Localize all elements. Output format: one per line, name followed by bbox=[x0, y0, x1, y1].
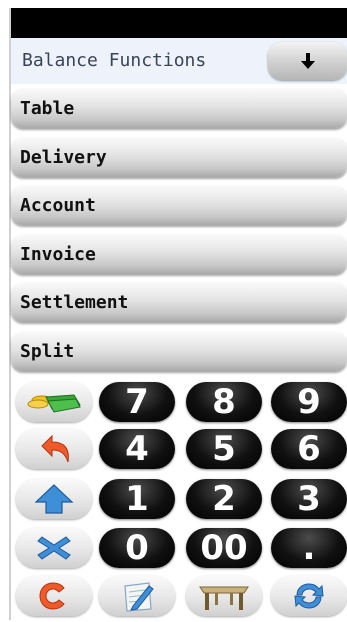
clear-button[interactable] bbox=[16, 576, 92, 616]
digit-label: 0 bbox=[125, 528, 149, 568]
header-title: Balance Functions bbox=[22, 50, 207, 71]
shift-up-button[interactable] bbox=[16, 479, 92, 519]
digit-label: 7 bbox=[125, 382, 149, 422]
top-black-bar bbox=[9, 8, 347, 38]
undo-button[interactable] bbox=[16, 429, 92, 469]
cash-button[interactable] bbox=[16, 382, 92, 422]
digit-2-button[interactable]: 2 bbox=[186, 479, 262, 519]
menu-delivery-button[interactable]: Delivery bbox=[11, 137, 347, 177]
edit-icon bbox=[124, 582, 154, 612]
digit-label: 00 bbox=[200, 528, 248, 568]
edit-button[interactable] bbox=[99, 576, 175, 616]
menu-account-button[interactable]: Account bbox=[11, 185, 347, 225]
digit-label: 1 bbox=[125, 479, 149, 519]
menu-label: Delivery bbox=[20, 147, 107, 168]
dropdown-button[interactable] bbox=[268, 42, 347, 80]
digit-9-button[interactable]: 9 bbox=[271, 382, 347, 422]
refresh-icon bbox=[294, 583, 324, 609]
cash-icon bbox=[27, 394, 81, 413]
menu-label: Account bbox=[20, 195, 96, 216]
arrow-down-icon bbox=[300, 53, 315, 69]
menu-label: Table bbox=[20, 98, 75, 119]
digit-0-button[interactable]: 0 bbox=[99, 528, 175, 568]
table-icon bbox=[199, 586, 249, 610]
digit-3-button[interactable]: 3 bbox=[271, 479, 347, 519]
digit-00-button[interactable]: 00 bbox=[186, 528, 262, 568]
digit-label: 5 bbox=[212, 429, 236, 469]
menu-table-button[interactable]: Table bbox=[11, 88, 347, 128]
menu-split-button[interactable]: Split bbox=[11, 331, 347, 371]
menu-label: Invoice bbox=[20, 244, 96, 265]
menu-settlement-button[interactable]: Settlement bbox=[11, 282, 347, 322]
digit-4-button[interactable]: 4 bbox=[99, 429, 175, 469]
menu-label: Settlement bbox=[20, 292, 129, 313]
shift-up-icon bbox=[34, 484, 74, 514]
table-button[interactable] bbox=[186, 576, 262, 616]
digit-label: 4 bbox=[125, 429, 149, 469]
decimal-point-button[interactable]: . bbox=[271, 528, 347, 568]
digit-label: 3 bbox=[297, 479, 321, 519]
digit-label: 2 bbox=[212, 479, 236, 519]
undo-icon bbox=[41, 434, 69, 463]
digit-5-button[interactable]: 5 bbox=[186, 429, 262, 469]
digit-6-button[interactable]: 6 bbox=[271, 429, 347, 469]
digit-label: 9 bbox=[297, 382, 321, 422]
menu-label: Split bbox=[20, 341, 75, 362]
menu-invoice-button[interactable]: Invoice bbox=[11, 234, 347, 274]
digit-1-button[interactable]: 1 bbox=[99, 479, 175, 519]
cancel-button[interactable] bbox=[16, 528, 92, 568]
keypad: 7 8 9 4 5 6 1 2 3 0 00 . bbox=[11, 378, 347, 622]
cancel-icon bbox=[37, 536, 71, 560]
digit-8-button[interactable]: 8 bbox=[186, 382, 262, 422]
clear-icon bbox=[39, 582, 65, 610]
digit-label: 6 bbox=[297, 429, 321, 469]
digit-label: . bbox=[302, 528, 316, 568]
digit-label: 8 bbox=[212, 382, 236, 422]
header-panel: Balance Functions bbox=[11, 38, 347, 84]
refresh-button[interactable] bbox=[271, 576, 347, 616]
digit-7-button[interactable]: 7 bbox=[99, 382, 175, 422]
